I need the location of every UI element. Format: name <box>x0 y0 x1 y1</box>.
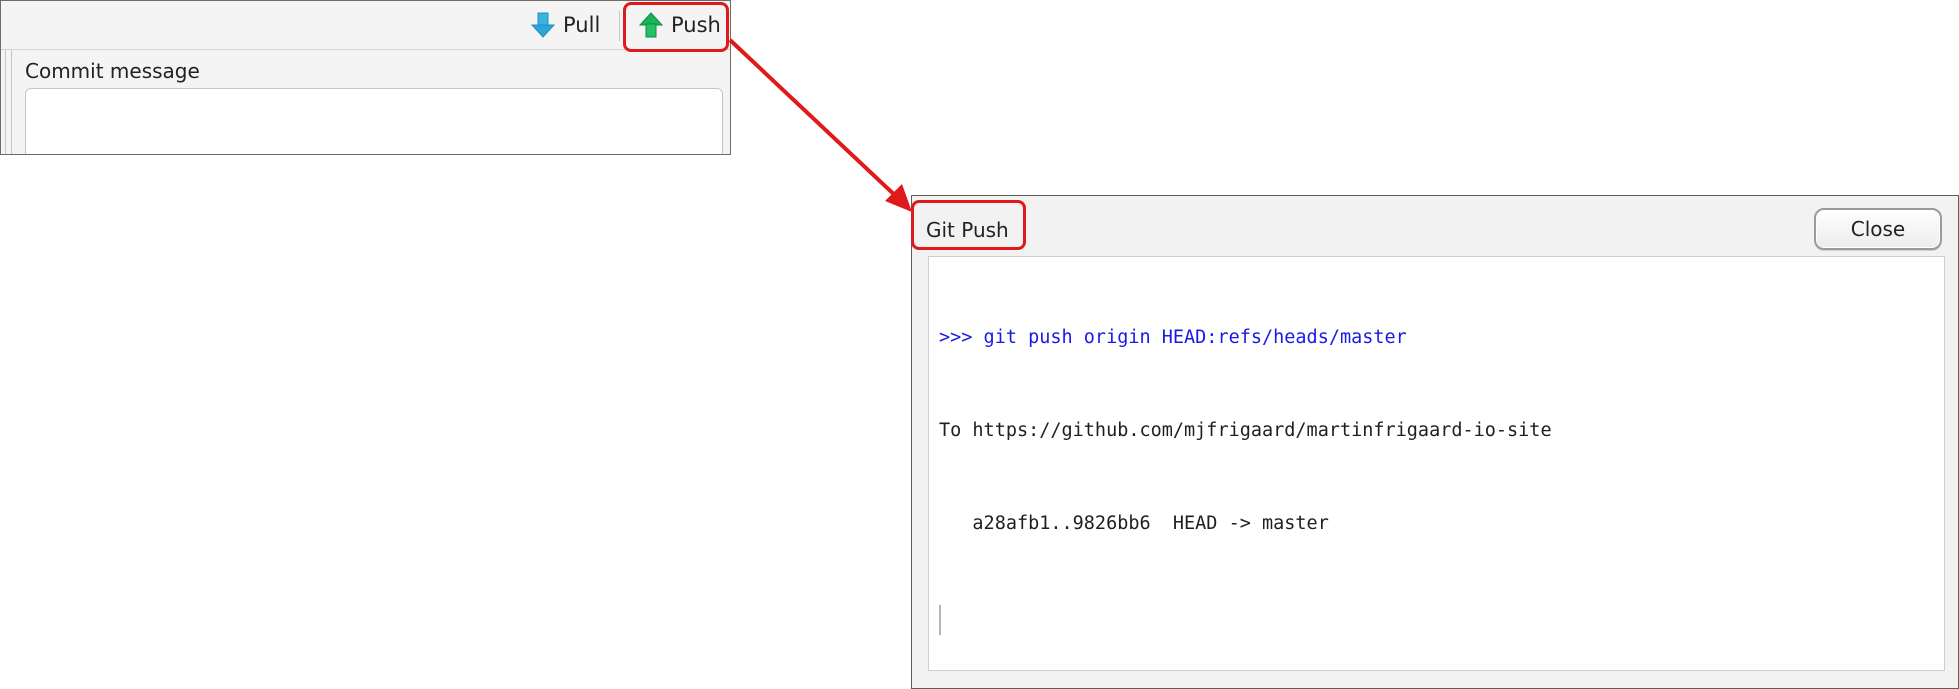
console-command-line: >>> git push origin HEAD:refs/heads/mast… <box>939 327 1407 348</box>
commit-message-label: Commit message <box>25 59 200 83</box>
pull-label: Pull <box>563 13 601 37</box>
git-toolbar: Pull Push <box>1 1 730 50</box>
console-output-line: a28afb1..9826bb6 HEAD -> master <box>939 513 1329 534</box>
arrow-down-icon <box>531 12 555 38</box>
push-highlight-box <box>623 2 729 52</box>
commit-message-input[interactable] <box>25 88 723 154</box>
close-button[interactable]: Close <box>1814 208 1942 250</box>
commit-pane: Pull Push Commit message <box>0 0 731 155</box>
console-output[interactable]: >>> git push origin HEAD:refs/heads/mast… <box>928 256 1945 671</box>
text-cursor <box>939 605 941 635</box>
git-push-dialog: Git Push Close >>> git push origin HEAD:… <box>911 195 1959 689</box>
console-output-line: To https://github.com/mjfrigaard/martinf… <box>939 420 1552 441</box>
toolbar-separator <box>619 11 620 41</box>
pull-button[interactable]: Pull <box>531 7 600 43</box>
dialog-title-highlight-box <box>911 200 1026 250</box>
pane-splitter[interactable] <box>1 50 12 154</box>
